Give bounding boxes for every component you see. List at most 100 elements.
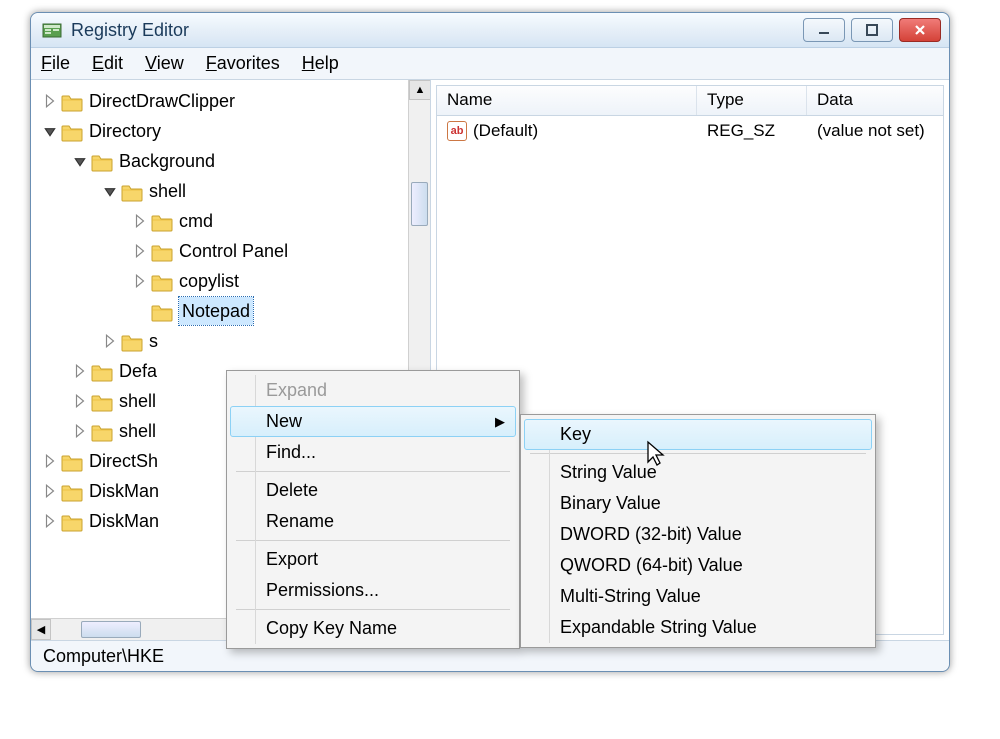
tree-item-label: Defa	[119, 357, 157, 386]
folder-icon	[91, 152, 113, 170]
menu-separator	[236, 471, 510, 472]
scroll-left-button[interactable]: ◀	[31, 619, 51, 640]
menu-favorites[interactable]: Favorites	[206, 53, 280, 74]
collapse-icon[interactable]	[43, 124, 57, 138]
sub-expandable-string-value[interactable]: Expandable String Value	[524, 612, 872, 643]
tree-item-label: cmd	[179, 207, 213, 236]
menu-item-label: String Value	[560, 462, 657, 482]
sub-dword-32-bit-value[interactable]: DWORD (32-bit) Value	[524, 519, 872, 550]
close-button[interactable]	[899, 18, 941, 42]
menu-item-label: Rename	[266, 511, 334, 531]
menu-help[interactable]: Help	[302, 53, 339, 74]
menu-item-label: Export	[266, 549, 318, 569]
ctx-delete[interactable]: Delete	[230, 475, 516, 506]
expand-icon[interactable]	[73, 394, 87, 408]
menu-file[interactable]: File	[41, 53, 70, 74]
scroll-thumb[interactable]	[411, 182, 428, 226]
folder-icon	[91, 392, 113, 410]
tree-item[interactable]: Notepad	[43, 296, 430, 326]
menu-item-label: Multi-String Value	[560, 586, 701, 606]
tree-item[interactable]: Directory	[43, 116, 430, 146]
maximize-button[interactable]	[851, 18, 893, 42]
menu-separator	[236, 609, 510, 610]
folder-icon	[151, 272, 173, 290]
expand-icon[interactable]	[133, 244, 147, 258]
ctx-find-[interactable]: Find...	[230, 437, 516, 468]
list-item[interactable]: ab(Default)REG_SZ(value not set)	[437, 116, 943, 146]
menu-item-label: Copy Key Name	[266, 618, 397, 638]
menu-item-label: DWORD (32-bit) Value	[560, 524, 742, 544]
folder-icon	[61, 122, 83, 140]
string-value-icon: ab	[447, 121, 467, 141]
folder-icon	[121, 182, 143, 200]
sub-multi-string-value[interactable]: Multi-String Value	[524, 581, 872, 612]
tree-item-label: Control Panel	[179, 237, 288, 266]
menu-item-label: QWORD (64-bit) Value	[560, 555, 743, 575]
menubar: File Edit View Favorites Help	[31, 48, 949, 80]
expand-icon[interactable]	[43, 484, 57, 498]
folder-icon	[151, 212, 173, 230]
sub-binary-value[interactable]: Binary Value	[524, 488, 872, 519]
scroll-up-button[interactable]: ▲	[409, 80, 431, 100]
tree-item[interactable]: s	[43, 326, 430, 356]
collapse-icon[interactable]	[73, 154, 87, 168]
expand-icon[interactable]	[43, 94, 57, 108]
context-menu: Expand New▶ Find... Delete Rename Export Permi…	[226, 370, 520, 649]
window-title: Registry Editor	[71, 20, 803, 41]
hscroll-thumb[interactable]	[81, 621, 141, 638]
statusbar-path: Computer\HKE	[43, 646, 164, 667]
menu-separator	[236, 540, 510, 541]
tree-item[interactable]: copylist	[43, 266, 430, 296]
ctx-rename[interactable]: Rename	[230, 506, 516, 537]
ctx-new[interactable]: New▶	[230, 406, 516, 437]
titlebar: Registry Editor	[31, 13, 949, 48]
tree-item-label: Notepad	[179, 297, 253, 326]
folder-icon	[121, 332, 143, 350]
ctx-export[interactable]: Export	[230, 544, 516, 575]
folder-icon	[61, 482, 83, 500]
tree-item-label: s	[149, 327, 158, 356]
menu-item-label: Expand	[266, 380, 327, 400]
registry-editor-icon	[41, 19, 63, 41]
tree-item-label: Background	[119, 147, 215, 176]
window-controls	[803, 18, 941, 42]
tree-item[interactable]: Background	[43, 146, 430, 176]
expand-icon[interactable]	[133, 214, 147, 228]
expand-icon[interactable]	[133, 274, 147, 288]
tree-item[interactable]: shell	[43, 176, 430, 206]
expand-icon[interactable]	[103, 334, 117, 348]
ctx-copy-key-name[interactable]: Copy Key Name	[230, 613, 516, 644]
expand-icon[interactable]	[43, 454, 57, 468]
value-data: (value not set)	[807, 121, 935, 141]
expand-icon[interactable]	[73, 364, 87, 378]
list-rows: ab(Default)REG_SZ(value not set)	[437, 116, 943, 146]
folder-icon	[61, 512, 83, 530]
menu-item-label: Permissions...	[266, 580, 379, 600]
tree-item-label: Directory	[89, 117, 161, 146]
ctx-permissions-[interactable]: Permissions...	[230, 575, 516, 606]
menu-edit[interactable]: Edit	[92, 53, 123, 74]
tree-item[interactable]: cmd	[43, 206, 430, 236]
minimize-button[interactable]	[803, 18, 845, 42]
expand-icon[interactable]	[73, 424, 87, 438]
expand-icon[interactable]	[43, 514, 57, 528]
collapse-icon[interactable]	[103, 184, 117, 198]
column-data[interactable]: Data	[807, 86, 943, 115]
folder-icon	[91, 422, 113, 440]
menu-item-label: Expandable String Value	[560, 617, 757, 637]
tree-item[interactable]: DirectDrawClipper	[43, 86, 430, 116]
column-type[interactable]: Type	[697, 86, 807, 115]
tree-item-label: DirectSh	[89, 447, 158, 476]
list-header: Name Type Data	[437, 86, 943, 116]
menu-view[interactable]: View	[145, 53, 184, 74]
sub-qword-64-bit-value[interactable]: QWORD (64-bit) Value	[524, 550, 872, 581]
tree-item-label: shell	[119, 417, 156, 446]
tree-item-label: shell	[119, 387, 156, 416]
sub-key[interactable]: Key	[524, 419, 872, 450]
folder-icon	[61, 452, 83, 470]
column-name[interactable]: Name	[437, 86, 697, 115]
menu-item-label: Find...	[266, 442, 316, 462]
sub-string-value[interactable]: String Value	[524, 457, 872, 488]
tree-item[interactable]: Control Panel	[43, 236, 430, 266]
menu-item-label: Binary Value	[560, 493, 661, 513]
